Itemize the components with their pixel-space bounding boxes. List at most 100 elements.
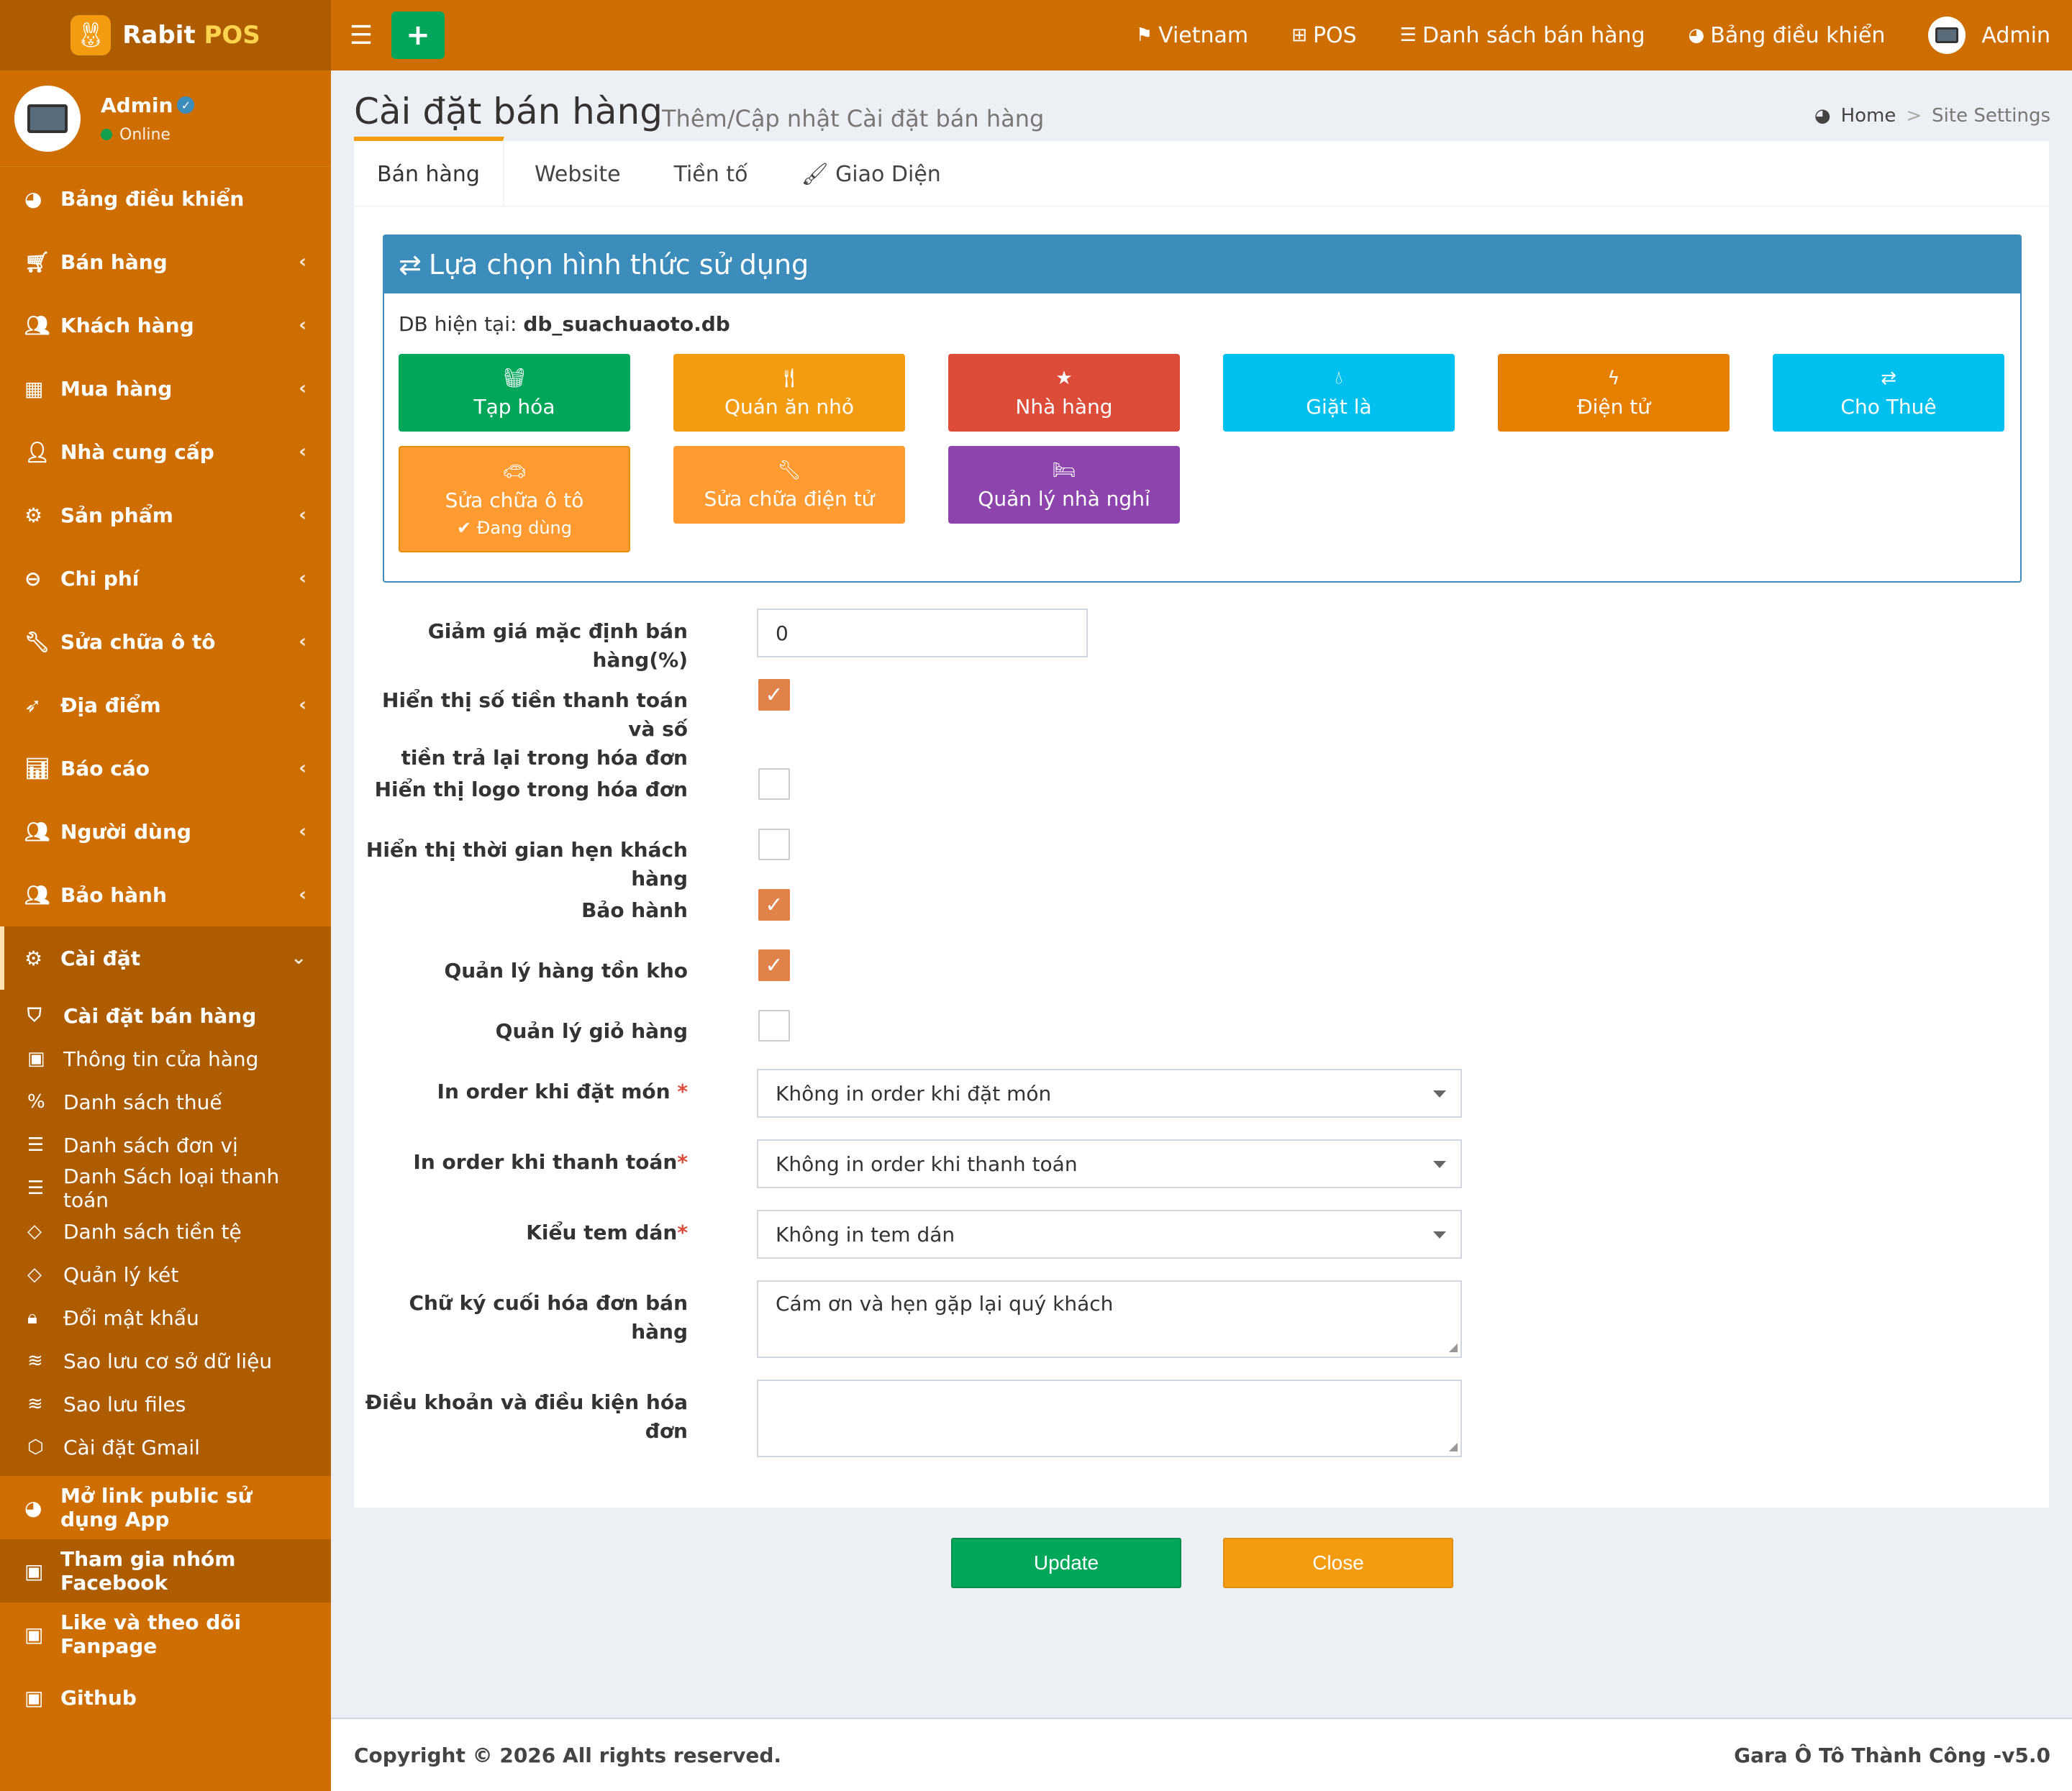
warranty-checkbox[interactable]: ✓ xyxy=(758,889,790,921)
plus-square-icon: ⊞ xyxy=(1291,24,1307,46)
terms-textarea[interactable]: ◢ xyxy=(757,1380,1462,1457)
user-plus-icon: 👤︎ xyxy=(24,439,50,464)
sidebar-item-warranty[interactable]: 👥︎ Bảo hành ‹ xyxy=(0,863,331,926)
flag-icon: ⚑ xyxy=(1135,24,1153,46)
chevron-left-icon: ‹ xyxy=(299,504,306,526)
signature-textarea[interactable]: Cám ơn và hẹn gặp lại quý khách ◢ xyxy=(757,1280,1462,1358)
tab-prefix[interactable]: Tiền tố xyxy=(651,141,771,207)
sidebar-item-car-repair[interactable]: 🔧︎ Sửa chữa ô tô ‹ xyxy=(0,610,331,673)
sidebar-item-fanpage[interactable]: ▣ Like và theo dõi Fanpage xyxy=(0,1603,331,1666)
settings-submenu: ⛉ Cài đặt bán hàng ▣ Thông tin cửa hàng % D… xyxy=(0,990,331,1476)
grid-icon: ▦ xyxy=(24,376,44,401)
submenu-payment-types[interactable]: ☰ Danh Sách loại thanh toán xyxy=(0,1165,331,1212)
sidebar-item-locations[interactable]: ➶ Địa điểm ‹ xyxy=(0,673,331,737)
rabbit-logo-icon: 🐰︎ xyxy=(71,15,112,55)
tab-sales[interactable]: Bán hàng xyxy=(354,137,504,207)
brush-icon: 🖌︎ xyxy=(801,161,836,187)
sidebar-item-settings[interactable]: ⚙ Cài đặt ⌄ xyxy=(0,926,331,990)
submenu-gmail-settings[interactable]: ⬡ Cài đặt Gmail xyxy=(0,1426,331,1469)
tab-website[interactable]: Website xyxy=(512,141,644,207)
sidebar-item-public-link[interactable]: ◕ Mở link public sử dụng App xyxy=(0,1476,331,1539)
submenu-sales-settings[interactable]: ⛉ Cài đặt bán hàng xyxy=(0,994,331,1037)
sidebar-item-customers[interactable]: 👥︎ Khách hàng ‹ xyxy=(0,293,331,357)
code-icon: ◇ xyxy=(27,1221,42,1242)
chevron-left-icon: ‹ xyxy=(299,378,306,399)
sidebar-item-facebook-group[interactable]: ▣ Tham gia nhóm Facebook xyxy=(0,1539,331,1603)
tab-theme[interactable]: 🖌︎ Giao Diện xyxy=(778,141,963,207)
nav-sales-list[interactable]: ☰ Danh sách bán hàng xyxy=(1400,23,1645,48)
breadcrumb-home[interactable]: Home xyxy=(1841,105,1896,127)
footer: Copyright © 2026 All rights reserved. Ga… xyxy=(331,1718,2072,1791)
check-icon: ✓ xyxy=(765,952,783,978)
breadcrumb-current: Site Settings xyxy=(1932,105,2050,127)
nav-language[interactable]: ⚑ Vietnam xyxy=(1136,23,1248,48)
chevron-left-icon: ‹ xyxy=(299,884,306,906)
mode-electronics-repair-button[interactable]: 🔧︎ Sửa chữa điện tử xyxy=(673,446,905,524)
nav-pos[interactable]: ⊞ POS xyxy=(1291,23,1357,48)
discount-input[interactable]: 0 xyxy=(757,609,1088,657)
list-icon: ☰ xyxy=(27,1134,45,1156)
print-pay-select[interactable]: Không in order khi thanh toán xyxy=(757,1139,1462,1188)
list-icon: ☰ xyxy=(1399,24,1417,46)
resize-grip-icon: ◢ xyxy=(1448,1340,1458,1354)
show-logo-checkbox[interactable] xyxy=(758,768,790,800)
cart-checkbox[interactable] xyxy=(758,1010,790,1042)
print-order-select[interactable]: Không in order khi đặt món xyxy=(757,1069,1462,1118)
submenu-tax-list[interactable]: % Danh sách thuế xyxy=(0,1080,331,1124)
sidebar-item-suppliers[interactable]: 👤︎ Nhà cung cấp ‹ xyxy=(0,420,331,483)
mode-electronics-button[interactable]: ϟ Điện tử xyxy=(1498,354,1730,432)
lock-icon: 🔒︎ xyxy=(27,1306,37,1329)
show-paid-checkbox[interactable]: ✓ xyxy=(758,679,790,711)
sidebar-item-expenses[interactable]: ⊖ Chi phí ‹ xyxy=(0,547,331,610)
sidebar-item-products[interactable]: ⚙ Sản phẩm ‹ xyxy=(0,483,331,547)
nav-dashboard[interactable]: ◕ Bảng điều khiển xyxy=(1689,23,1886,48)
bed-icon: 🛏︎ xyxy=(1052,459,1076,481)
submenu-change-password[interactable]: 🔒︎ Đổi mật khẩu xyxy=(0,1296,331,1339)
cutlery-icon: 🍴︎ xyxy=(777,367,801,389)
submenu-backup-db[interactable]: ≋ Sao lưu cơ sở dữ liệu xyxy=(0,1339,331,1382)
database-icon: ≋ xyxy=(27,1350,43,1372)
submenu-unit-list[interactable]: ☰ Danh sách đơn vị xyxy=(0,1124,331,1167)
sidebar-item-purchases[interactable]: ▦ Mua hàng ‹ xyxy=(0,357,331,420)
sidebar-item-sales[interactable]: 🛒︎ Bán hàng ‹ xyxy=(0,230,331,293)
sidebar-item-users[interactable]: 👥︎ Người dùng ‹ xyxy=(0,800,331,863)
online-dot-icon xyxy=(101,129,112,140)
usage-mode-panel: ⇄ Lựa chọn hình thức sử dụng DB hiện tại:… xyxy=(383,234,2022,583)
breadcrumb: ◕ Home > Site Settings xyxy=(1814,105,2050,127)
users-icon: 👥︎ xyxy=(24,883,50,907)
menu-toggle-icon[interactable]: ☰ xyxy=(331,0,391,70)
bar-chart-icon: 📊︎ xyxy=(24,756,50,780)
sidebar-item-github[interactable]: ▣ Github xyxy=(0,1666,331,1729)
submenu-store-info[interactable]: ▣ Thông tin cửa hàng xyxy=(0,1037,331,1080)
print-pay-label: In order khi thanh toán* xyxy=(413,1150,688,1174)
dashboard-icon: ◕ xyxy=(24,186,42,211)
submenu-cash-register[interactable]: ◇ Quản lý két xyxy=(0,1253,331,1296)
sticker-select[interactable]: Không in tem dán xyxy=(757,1210,1462,1259)
check-icon: ✓ xyxy=(765,682,783,708)
cubes-icon: ⚙ xyxy=(24,503,43,527)
show-logo-label: Hiển thị logo trong hóa đơn xyxy=(374,778,688,801)
breadcrumb-separator: > xyxy=(1906,105,1922,127)
logo[interactable]: 🐰︎ Rabit POS xyxy=(0,0,331,70)
add-button[interactable]: + xyxy=(391,12,445,59)
close-button[interactable]: Close xyxy=(1223,1538,1453,1588)
send-icon: ➶ xyxy=(24,693,42,717)
inventory-checkbox[interactable]: ✓ xyxy=(758,949,790,981)
update-button[interactable]: Update xyxy=(951,1538,1181,1588)
mode-restaurant-button[interactable]: ★ Nhà hàng xyxy=(948,354,1180,432)
wrench-icon: 🔧︎ xyxy=(777,459,801,481)
mode-rental-button[interactable]: ⇄ Cho Thuê xyxy=(1773,354,2004,432)
show-time-checkbox[interactable] xyxy=(758,829,790,860)
sidebar-item-dashboard[interactable]: ◕ Bảng điều khiển xyxy=(0,167,331,230)
mode-guesthouse-button[interactable]: 🛏︎ Quản lý nhà nghỉ xyxy=(948,446,1180,524)
list-icon: ☰ xyxy=(27,1177,45,1199)
mode-car-repair-button[interactable]: 🚗︎ Sửa chữa ô tô ✔ Đang dùng xyxy=(399,446,630,552)
exchange-icon: ⇄ xyxy=(399,249,422,281)
mode-laundry-button[interactable]: 💧︎ Giặt là xyxy=(1223,354,1455,432)
mode-small-restaurant-button[interactable]: 🍴︎ Quán ăn nhỏ xyxy=(673,354,905,432)
nav-user-menu[interactable]: Admin xyxy=(1928,17,2050,54)
sidebar-item-reports[interactable]: 📊︎ Báo cáo ‹ xyxy=(0,737,331,800)
submenu-backup-files[interactable]: ≋ Sao lưu files xyxy=(0,1382,331,1426)
submenu-currency-list[interactable]: ◇ Danh sách tiền tệ xyxy=(0,1210,331,1253)
mode-grocery-button[interactable]: 🧺︎ Tạp hóa xyxy=(399,354,630,432)
